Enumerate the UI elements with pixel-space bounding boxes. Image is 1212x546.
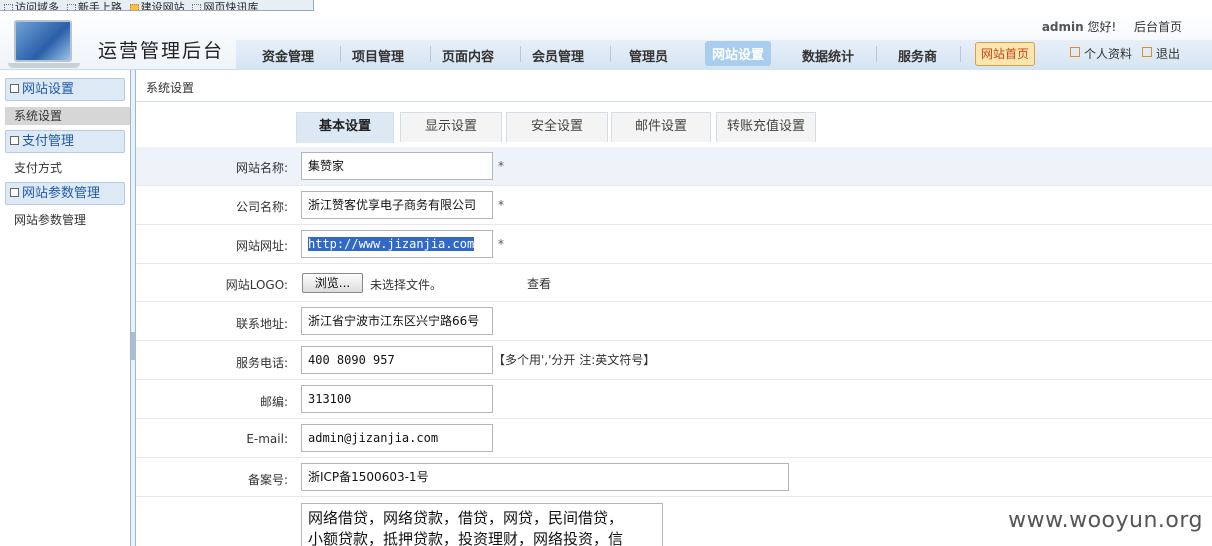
logout-link[interactable]: 退出	[1142, 45, 1180, 62]
nav-item-site-settings[interactable]: 网站设置	[705, 41, 772, 66]
form-row-site-logo: 网站LOGO: 浏览... 未选择文件。 查看	[136, 264, 1212, 302]
main-nav: 资金管理 项目管理 页面内容 会员管理 管理员 网站设置 数据统计 服务商 网站…	[236, 40, 1212, 70]
favorite-item[interactable]: 新手上路	[66, 2, 122, 10]
nav-divider	[430, 46, 431, 62]
nav-item-projects[interactable]: 项目管理	[352, 46, 404, 65]
form-row-email: E-mail: admin@jizanjia.com	[136, 419, 1212, 458]
sidebar-group-site-params[interactable]: 网站参数管理	[5, 182, 125, 205]
required-mark: *	[498, 237, 504, 251]
user-greeting: admin 您好! 后台首页	[1042, 18, 1182, 35]
field-label: 网站名称:	[235, 161, 288, 175]
checkbox-icon	[10, 84, 19, 93]
nav-item-admins[interactable]: 管理员	[629, 46, 668, 65]
profile-link[interactable]: 个人资料	[1070, 45, 1132, 62]
tab-email-settings[interactable]: 邮件设置	[611, 112, 711, 142]
tab-basic-settings[interactable]: 基本设置	[296, 112, 394, 143]
watermark: www.wooyun.org	[1008, 508, 1203, 533]
monitor-stand-icon	[8, 63, 80, 68]
form-row-site-name: 网站名称: 集赞家 *	[136, 147, 1212, 186]
form-row-address: 联系地址: 浙江省宁波市江东区兴宁路66号	[136, 302, 1212, 341]
greeting-text: 您好!	[1087, 20, 1117, 34]
address-input[interactable]: 浙江省宁波市江东区兴宁路66号	[301, 307, 493, 335]
sidebar-item-site-params[interactable]: 网站参数管理	[5, 211, 130, 229]
form-row-site-url: 网站网址: http://www.jizanjia.com *	[136, 225, 1212, 264]
page-icon	[192, 4, 202, 10]
checkbox-icon	[10, 188, 19, 197]
view-logo-link[interactable]: 查看	[527, 275, 551, 292]
page-icon	[4, 4, 13, 10]
sidebar: 网站设置 系统设置 支付管理 支付方式 网站参数管理 网站参数管理	[0, 70, 131, 546]
keywords-textarea[interactable]: 网络借贷，网络贷款，借贷，网贷，民间借贷， 小额贷款，抵押贷款，投资理财，网络投…	[301, 503, 663, 546]
icp-input[interactable]: 浙ICP备1500603-1号	[301, 463, 789, 491]
admin-home-link[interactable]: 后台首页	[1134, 20, 1182, 34]
phone-hint: 【多个用','分开 注:英文符号】	[493, 353, 656, 367]
nav-item-funds[interactable]: 资金管理	[262, 46, 314, 65]
field-label: 网站网址:	[235, 239, 288, 253]
site-home-button[interactable]: 网站首页	[975, 42, 1035, 66]
tab-display-settings[interactable]: 显示设置	[400, 112, 502, 142]
favorite-item[interactable]: 建设网站	[129, 2, 185, 10]
monitor-logo-icon	[14, 20, 72, 62]
form-row-icp: 备案号: 浙ICP备1500603-1号	[136, 458, 1212, 497]
textarea-line: 网络借贷，网络贷款，借贷，网贷，民间借贷，	[308, 509, 624, 527]
sidebar-group-payment[interactable]: 支付管理	[5, 130, 125, 153]
browse-button[interactable]: 浏览...	[302, 273, 363, 293]
nav-divider	[610, 46, 611, 62]
field-label: 联系地址:	[235, 317, 288, 331]
phone-input[interactable]: 400 8090 957	[301, 346, 493, 374]
favorite-item[interactable]: 网页快讯库	[192, 2, 258, 10]
required-mark: *	[498, 159, 504, 173]
email-input[interactable]: admin@jizanjia.com	[301, 424, 493, 452]
checkbox-icon	[10, 136, 19, 145]
app-title: 运营管理后台	[98, 40, 225, 62]
form-row-zipcode: 邮编: 313100	[136, 380, 1212, 419]
sidebar-item-system-settings[interactable]: 系统设置	[5, 107, 130, 125]
nav-divider	[340, 46, 341, 62]
sidebar-item-payment-methods[interactable]: 支付方式	[5, 159, 130, 177]
selected-text: http://www.jizanjia.com	[308, 237, 475, 251]
field-label: E-mail:	[246, 432, 288, 446]
favorites-bar: 访问域多 新手上路 建设网站 网页快讯库	[0, 0, 314, 11]
form-row-phone: 服务电话: 400 8090 957 【多个用','分开 注:英文符号】	[136, 341, 1212, 380]
nav-divider	[520, 46, 521, 62]
divider	[136, 101, 1212, 102]
required-mark: *	[498, 198, 504, 212]
nav-item-members[interactable]: 会员管理	[532, 46, 584, 65]
user-name: admin	[1041, 20, 1084, 34]
favorite-item[interactable]: 访问域多	[4, 2, 59, 10]
field-label: 备案号:	[247, 473, 288, 487]
nav-item-page-content[interactable]: 页面内容	[442, 46, 494, 65]
zipcode-input[interactable]: 313100	[301, 385, 493, 413]
site-url-input[interactable]: http://www.jizanjia.com	[301, 230, 493, 258]
site-name-input[interactable]: 集赞家	[301, 152, 493, 180]
exit-icon	[1142, 47, 1152, 57]
main-content: 系统设置 基本设置 显示设置 安全设置 邮件设置 转账充值设置 网站名称: 集赞…	[136, 70, 1212, 546]
tab-security-settings[interactable]: 安全设置	[506, 112, 608, 142]
sidebar-group-site-settings[interactable]: 网站设置	[5, 78, 125, 101]
page-icon	[66, 4, 76, 10]
edit-icon	[1070, 47, 1080, 57]
textarea-line: 小额贷款，抵押贷款，投资理财，网络投资，信	[308, 530, 624, 546]
field-label: 邮编:	[259, 395, 288, 409]
field-label: 服务电话:	[235, 356, 288, 370]
header: 运营管理后台 admin 您好! 后台首页 资金管理 项目管理 页面内容 会员管…	[0, 11, 1212, 70]
company-name-input[interactable]: 浙江赞客优享电子商务有限公司	[301, 191, 493, 219]
tab-transfer-settings[interactable]: 转账充值设置	[716, 112, 816, 142]
form-row-company-name: 公司名称: 浙江赞客优享电子商务有限公司 *	[136, 186, 1212, 225]
no-file-text: 未选择文件。	[370, 278, 443, 292]
breadcrumb: 系统设置	[146, 81, 195, 95]
nav-item-statistics[interactable]: 数据统计	[802, 46, 854, 65]
nav-divider	[960, 46, 961, 62]
nav-divider	[876, 46, 877, 62]
nav-item-providers[interactable]: 服务商	[898, 46, 937, 65]
field-label: 公司名称:	[235, 200, 288, 214]
web-slice-icon	[129, 4, 139, 10]
field-label: 网站LOGO:	[225, 278, 288, 292]
